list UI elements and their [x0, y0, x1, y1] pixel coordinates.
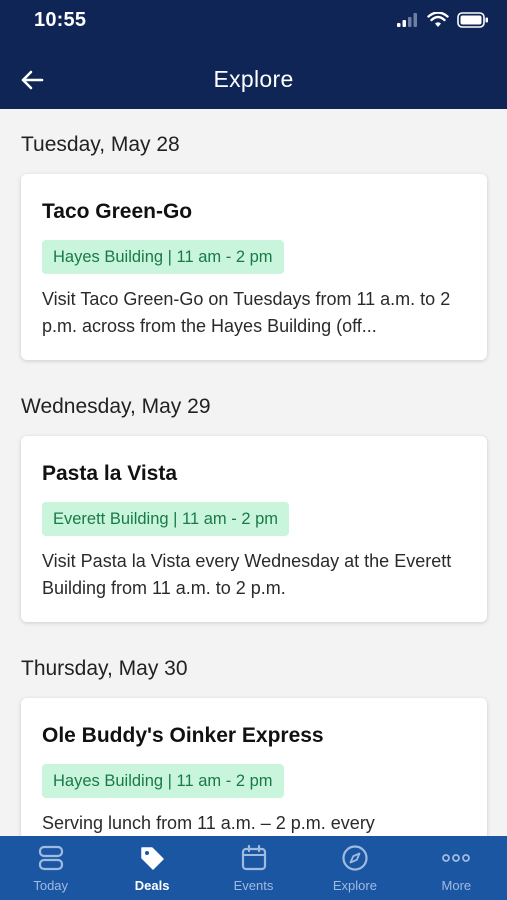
day-header: Wednesday, May 29 — [21, 395, 211, 418]
day-header: Tuesday, May 28 — [21, 133, 180, 156]
tab-bar: Today Deals Events Explore More — [0, 836, 507, 900]
tab-label: Explore — [332, 878, 377, 893]
deal-card[interactable]: Ole Buddy's Oinker Express Hayes Buildin… — [21, 698, 487, 836]
tab-more[interactable]: More — [406, 836, 507, 900]
status-time: 10:55 — [34, 9, 87, 31]
status-bar: 10:55 — [0, 0, 507, 50]
day-header: Thursday, May 30 — [21, 657, 188, 680]
tag-icon — [136, 844, 168, 872]
calendar-icon — [238, 844, 270, 872]
card-title: Ole Buddy's Oinker Express — [42, 724, 324, 747]
location-time-badge: Hayes Building | 11 am - 2 pm — [42, 240, 284, 274]
tab-events[interactable]: Events — [203, 836, 304, 900]
tab-label: More — [441, 878, 472, 893]
navigation-bar: Explore — [0, 50, 507, 109]
card-description: Serving lunch from 11 a.m. – 2 p.m. ever… — [42, 813, 375, 833]
tab-label: Deals — [134, 878, 170, 893]
tab-label: Today — [33, 878, 69, 893]
wifi-icon — [427, 12, 449, 27]
battery-icon — [457, 12, 488, 28]
status-icons — [397, 12, 489, 28]
stack-icon — [35, 844, 67, 872]
tab-deals[interactable]: Deals — [101, 836, 202, 900]
location-time-badge: Hayes Building | 11 am - 2 pm — [42, 764, 284, 798]
tab-explore[interactable]: Explore — [304, 836, 405, 900]
card-description: Visit Pasta la Vista every Wednesday at … — [42, 551, 452, 598]
card-title: Pasta la Vista — [42, 462, 178, 485]
tab-today[interactable]: Today — [0, 836, 101, 900]
deal-card[interactable]: Pasta la Vista Everett Building | 11 am … — [21, 436, 487, 622]
card-title: Taco Green-Go — [42, 200, 193, 223]
card-description: Visit Taco Green-Go on Tuesdays from 11 … — [42, 289, 451, 336]
explore-list[interactable]: Tuesday, May 28 Taco Green-Go Hayes Buil… — [0, 109, 507, 836]
location-time-badge: Everett Building | 11 am - 2 pm — [42, 502, 289, 536]
deal-card[interactable]: Taco Green-Go Hayes Building | 11 am - 2… — [21, 174, 487, 360]
more-dots-icon — [440, 844, 472, 872]
signal-icon — [397, 13, 417, 27]
compass-icon — [339, 844, 371, 872]
page-title: Explore — [213, 66, 294, 92]
tab-label: Events — [233, 878, 274, 893]
